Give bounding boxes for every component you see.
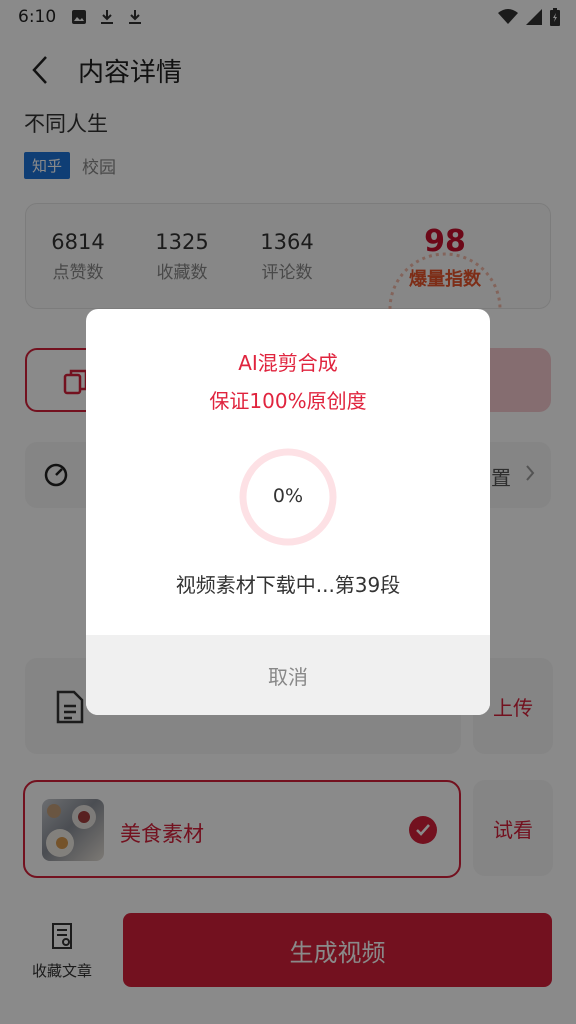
progress-dialog: AI混剪合成 保证100%原创度 0% 视频素材下载中...第39段 取消 [86,309,490,715]
cancel-button[interactable]: 取消 [86,635,490,715]
download-status: 视频素材下载中...第39段 [175,573,401,597]
progress-percent: 0% [272,485,304,507]
dialog-title: AI混剪合成 [238,351,338,375]
dialog-subtitle: 保证100%原创度 [209,389,367,413]
